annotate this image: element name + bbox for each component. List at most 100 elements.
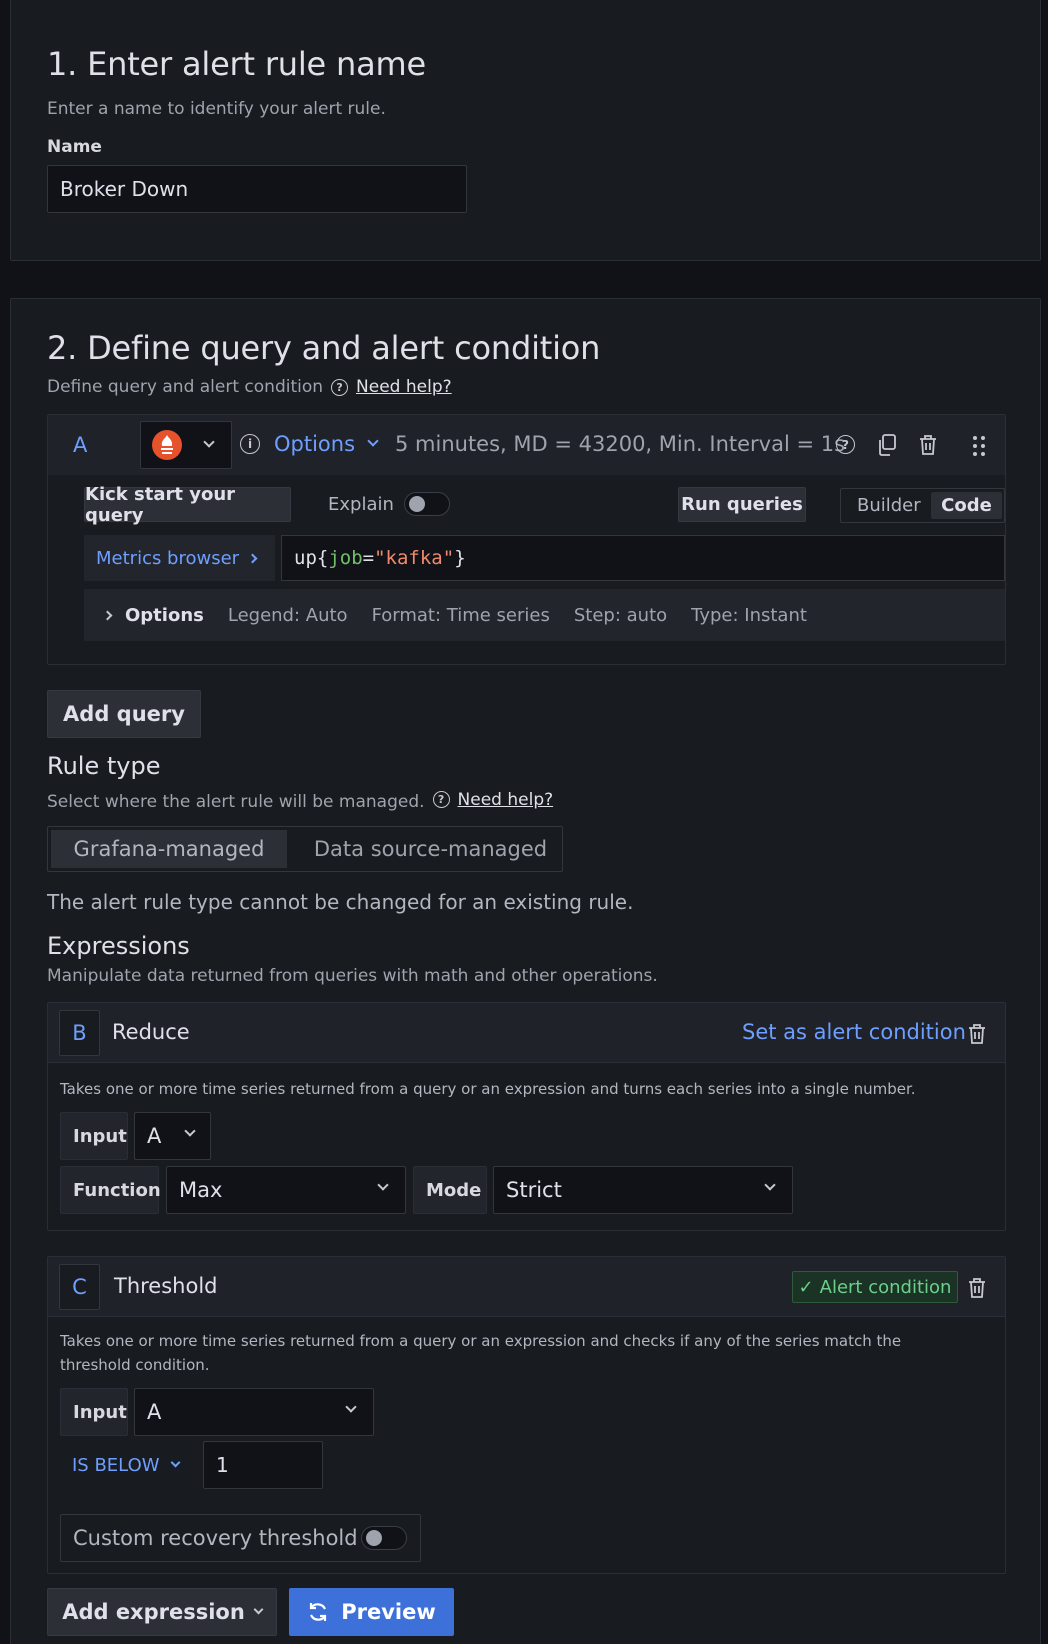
expression-description: Takes one or more time series returned f… — [60, 1332, 902, 1374]
preview-label: Preview — [341, 1600, 436, 1624]
editor-mode-switch: Builder Code — [840, 488, 1005, 523]
option-type: Type: Instant — [691, 604, 807, 626]
help-icon: ? — [432, 791, 450, 808]
set-alert-condition-button[interactable]: Set as alert condition — [742, 1020, 966, 1044]
options-row-label: Options — [125, 604, 204, 626]
expression-threshold: C Threshold ✓ Alert condition Takes one … — [47, 1256, 1006, 1574]
option-format: Format: Time series — [371, 604, 550, 626]
rule-type-grafana[interactable]: Grafana-managed — [51, 830, 287, 868]
query-editor[interactable]: up{ job = "kafka" } — [281, 535, 1005, 581]
function-select[interactable]: Max — [166, 1166, 406, 1214]
mode-select[interactable]: Strict — [493, 1166, 793, 1214]
chevron-down-icon — [345, 1401, 357, 1413]
metrics-browser-button[interactable]: Metrics browser — [84, 535, 275, 581]
input-select[interactable]: A — [134, 1388, 374, 1436]
expression-reduce: B Reduce Set as alert condition Takes on… — [47, 1002, 1006, 1231]
option-legend: Legend: Auto — [227, 604, 348, 626]
mode-builder[interactable]: Builder — [857, 495, 921, 516]
query-label-key: job — [328, 547, 363, 569]
chevron-down-icon — [203, 436, 215, 448]
threshold-operator-select[interactable]: IS BELOW — [72, 1455, 180, 1476]
query-options-toggle[interactable]: Options — [274, 432, 379, 456]
preview-button[interactable]: Preview — [289, 1588, 454, 1636]
query-close: } — [454, 547, 466, 569]
query-options-row[interactable]: Options Legend: Auto Format: Time series… — [84, 589, 1005, 641]
rule-type-switch: Grafana-managed Data source-managed — [47, 826, 563, 872]
explain-label: Explain — [328, 494, 394, 515]
section-rule-name: 1. Enter alert rule name Enter a name to… — [10, 0, 1041, 261]
chevron-right-icon — [247, 553, 258, 563]
rule-type-subtitle: Select where the alert rule will be mana… — [47, 787, 554, 813]
add-expression-button[interactable]: Add expression — [47, 1588, 277, 1636]
option-step: Step: auto — [573, 604, 668, 626]
chevron-down-icon — [764, 1179, 776, 1191]
section-subtitle: Enter a name to identify your alert rule… — [47, 99, 386, 119]
custom-recovery-toggle[interactable] — [361, 1526, 407, 1550]
rule-type-subtitle-text: Select where the alert rule will be mana… — [47, 792, 425, 812]
expressions-subtitle: Manipulate data returned from queries wi… — [47, 966, 658, 986]
name-label: Name — [47, 137, 102, 157]
drag-handle-icon[interactable] — [972, 435, 986, 457]
query-label-value: "kafka" — [374, 547, 455, 569]
need-help-link[interactable]: Need help? — [458, 790, 554, 810]
query-ref-label[interactable]: A — [73, 433, 87, 457]
rule-type-title: Rule type — [47, 752, 161, 780]
help-icon[interactable]: ? — [836, 435, 855, 454]
section-subtitle: Define query and alert condition ? Need … — [47, 377, 452, 397]
input-label: Input — [60, 1388, 128, 1436]
input-select[interactable]: A — [134, 1112, 211, 1160]
duplicate-icon[interactable] — [877, 434, 897, 456]
expression-description: Takes one or more time series returned f… — [60, 1080, 916, 1098]
chevron-down-icon — [367, 435, 379, 447]
alert-condition-label: Alert condition — [819, 1276, 952, 1298]
expressions-title: Expressions — [47, 932, 190, 960]
custom-recovery-row: Custom recovery threshold — [60, 1514, 421, 1562]
input-select-value: A — [147, 1124, 162, 1148]
trash-icon[interactable] — [918, 434, 938, 456]
datasource-picker[interactable] — [140, 421, 232, 469]
section-title: 1. Enter alert rule name — [47, 45, 426, 83]
trash-icon[interactable] — [967, 1023, 987, 1045]
threshold-operator-value: IS BELOW — [72, 1455, 160, 1476]
metrics-browser-label: Metrics browser — [96, 547, 240, 569]
expression-name: Reduce — [112, 1020, 190, 1044]
need-help-link[interactable]: Need help? — [356, 377, 452, 397]
rule-type-datasource[interactable]: Data source-managed — [308, 830, 553, 868]
expression-ref: C — [59, 1264, 100, 1310]
alert-condition-badge: ✓ Alert condition — [792, 1271, 958, 1303]
prometheus-icon — [152, 430, 182, 460]
chevron-down-icon — [377, 1179, 389, 1191]
input-select-value: A — [147, 1400, 162, 1424]
help-icon: ? — [331, 378, 349, 396]
input-label: Input — [60, 1112, 128, 1160]
expression-ref: B — [59, 1010, 100, 1056]
query-options-label: Options — [274, 432, 356, 456]
section-subtitle-text: Define query and alert condition — [47, 377, 324, 397]
name-input[interactable]: Broker Down — [47, 165, 467, 213]
query-label-eq: = — [362, 547, 375, 569]
section-title: 2. Define query and alert condition — [47, 329, 601, 367]
threshold-value-input[interactable]: 1 — [203, 1441, 323, 1489]
add-expression-label: Add expression — [62, 1600, 245, 1624]
mode-select-value: Strict — [506, 1178, 562, 1202]
add-query-button[interactable]: Add query — [47, 690, 201, 738]
chevron-down-icon — [253, 1604, 264, 1614]
custom-recovery-label: Custom recovery threshold — [73, 1526, 358, 1550]
kick-start-button[interactable]: Kick start your query — [84, 484, 291, 526]
function-select-value: Max — [179, 1178, 223, 1202]
check-icon: ✓ — [798, 1276, 814, 1298]
run-queries-button[interactable]: Run queries — [678, 487, 806, 522]
function-label: Function — [60, 1166, 161, 1214]
chevron-right-icon — [102, 610, 113, 620]
info-icon[interactable]: i — [240, 434, 260, 454]
refresh-icon — [310, 1603, 327, 1621]
expression-name: Threshold — [114, 1274, 218, 1298]
chevron-down-icon — [184, 1125, 196, 1137]
chevron-down-icon — [170, 1457, 180, 1468]
trash-icon[interactable] — [967, 1277, 987, 1299]
mode-code[interactable]: Code — [931, 492, 1002, 519]
query-options-summary: 5 minutes, MD = 43200, Min. Interval = 1… — [395, 432, 846, 456]
explain-toggle[interactable] — [404, 492, 450, 516]
query-metric: up{ — [294, 547, 329, 569]
mode-label: Mode — [413, 1166, 487, 1214]
